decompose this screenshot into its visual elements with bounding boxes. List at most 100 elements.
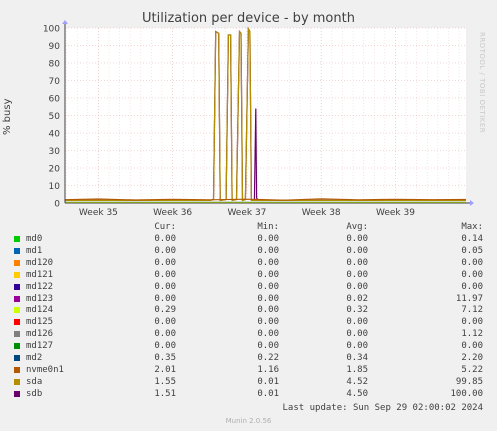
legend-max: 0.00 [461,341,483,352]
legend-cur: 0.00 [154,329,176,340]
y-tick-label: 80 [49,60,61,70]
legend-avg: 0.00 [346,234,368,244]
legend-min: 0.00 [257,293,279,304]
legend-min: 0.01 [257,376,279,387]
legend-max: 0.00 [461,269,483,280]
legend-row-md121: md121 0.00 0.00 0.00 0.00 [0,270,497,282]
legend-row-md0: md0 0.00 0.00 0.00 0.14 [0,234,497,246]
legend-max: 1.12 [461,329,483,340]
y-tick-label: 10 [49,182,61,192]
legend-cur: 0.00 [154,257,176,268]
legend-cur: 0.29 [154,305,176,316]
legend-swatch [14,319,20,326]
legend-series-name: nvme0n1 [26,364,64,375]
legend-min: 0.00 [257,245,279,256]
legend-cur: 1.51 [154,388,176,399]
legend-series-name: md123 [26,293,54,304]
legend-avg: 0.00 [346,257,368,268]
legend-avg: 4.52 [346,376,368,387]
legend-series-name: md120 [26,257,54,268]
x-tick-label: Week 36 [153,208,192,218]
legend-cur: 0.00 [154,317,176,328]
legend-max: 0.05 [461,245,483,256]
legend-max: 99.85 [455,376,483,387]
legend-swatch [14,307,20,314]
legend-row-sdb: sdb 1.51 0.01 4.50 100.00 [0,389,497,401]
y-axis-arrow-icon [62,20,68,24]
legend-swatch [14,390,20,397]
legend-row-sda: sda 1.55 0.01 4.52 99.85 [0,377,497,389]
legend-header-avg: Avg: [346,222,368,232]
legend-min: 0.00 [257,305,279,316]
legend-avg: 0.00 [346,269,368,280]
legend-swatch [14,366,20,373]
legend-max: 0.00 [461,281,483,292]
legend-row-md1: md1 0.00 0.00 0.00 0.05 [0,246,497,258]
legend-series-name: md124 [26,305,54,316]
legend-min: 0.00 [257,257,279,268]
legend-series-name: md127 [26,341,54,352]
legend-swatch [14,331,20,338]
legend-avg: 0.32 [346,305,368,316]
legend-row-nvme0n1: nvme0n1 2.01 1.16 1.85 5.22 [0,365,497,377]
x-tick-label: Week 35 [79,208,118,218]
legend-min: 0.00 [257,281,279,292]
legend-max: 0.00 [461,257,483,268]
legend-max: 7.12 [461,305,483,316]
legend-swatch [14,343,20,350]
legend-min: 0.00 [257,269,279,280]
legend-avg: 0.00 [346,317,368,328]
legend-row-md2: md2 0.35 0.22 0.34 2.20 [0,353,497,365]
legend-cur: 0.00 [154,269,176,280]
legend-avg: 1.85 [346,364,368,375]
legend-series-name: md122 [26,281,54,292]
y-tick-label: 0 [54,200,60,210]
legend-swatch [14,283,20,290]
legend-cur: 0.00 [154,293,176,304]
legend-cur: 0.00 [154,341,176,352]
legend-min: 0.00 [257,341,279,352]
legend-swatch [14,236,20,242]
legend-series-name: sdb [26,388,43,399]
legend-row-md126: md126 0.00 0.00 0.00 1.12 [0,329,497,341]
legend-row-md123: md123 0.00 0.00 0.02 11.97 [0,294,497,306]
legend-min: 0.00 [257,317,279,328]
munin-version: Munin 2.0.56 [225,417,272,425]
legend-series-name: md126 [26,329,54,340]
legend-max: 5.22 [461,364,483,375]
y-tick-label: 40 [49,130,61,140]
x-tick-label: Week 38 [302,208,341,218]
legend-series-name: md125 [26,317,54,328]
legend-row-md124: md124 0.29 0.00 0.32 7.12 [0,305,497,317]
legend-avg: 0.00 [346,245,368,256]
legend-max: 0.14 [461,234,483,244]
legend-series-name: sda [26,376,43,387]
y-tick-label: 20 [49,165,61,175]
legend-swatch [14,295,20,302]
last-update: Last update: Sun Sep 29 02:00:02 2024 [282,403,483,413]
legend-swatch [14,355,20,361]
legend-cur: 0.00 [154,245,176,256]
legend-row-md127: md127 0.00 0.00 0.00 0.00 [0,341,497,353]
legend-min: 0.00 [257,329,279,340]
legend-cur: 2.01 [154,364,176,375]
x-axis-arrow-icon [470,200,474,206]
y-tick-label: 90 [49,42,61,52]
legend-avg: 0.02 [346,293,368,304]
legend-header-cur: Cur: [154,222,176,232]
utilization-chart: 0 10 20 30 40 50 60 70 80 90 100 Week 35 Week 36 Week… [43,20,474,218]
legend-header-min: Min: [257,222,279,232]
x-tick-label: Week 39 [376,208,415,218]
legend-avg: 0.00 [346,341,368,352]
y-tick-label: 70 [49,77,61,87]
legend-cur: 0.00 [154,281,176,292]
y-tick-label: 50 [49,112,61,122]
legend-avg: 0.00 [346,329,368,340]
legend-series-name: md121 [26,269,54,280]
legend-cur: 0.00 [154,234,176,244]
legend-avg: 4.50 [346,388,368,399]
legend-row-md125: md125 0.00 0.00 0.00 0.00 [0,317,497,329]
legend-max: 2.20 [461,353,483,363]
legend-series-name: md1 [26,245,43,256]
legend-min: 0.01 [257,388,279,399]
